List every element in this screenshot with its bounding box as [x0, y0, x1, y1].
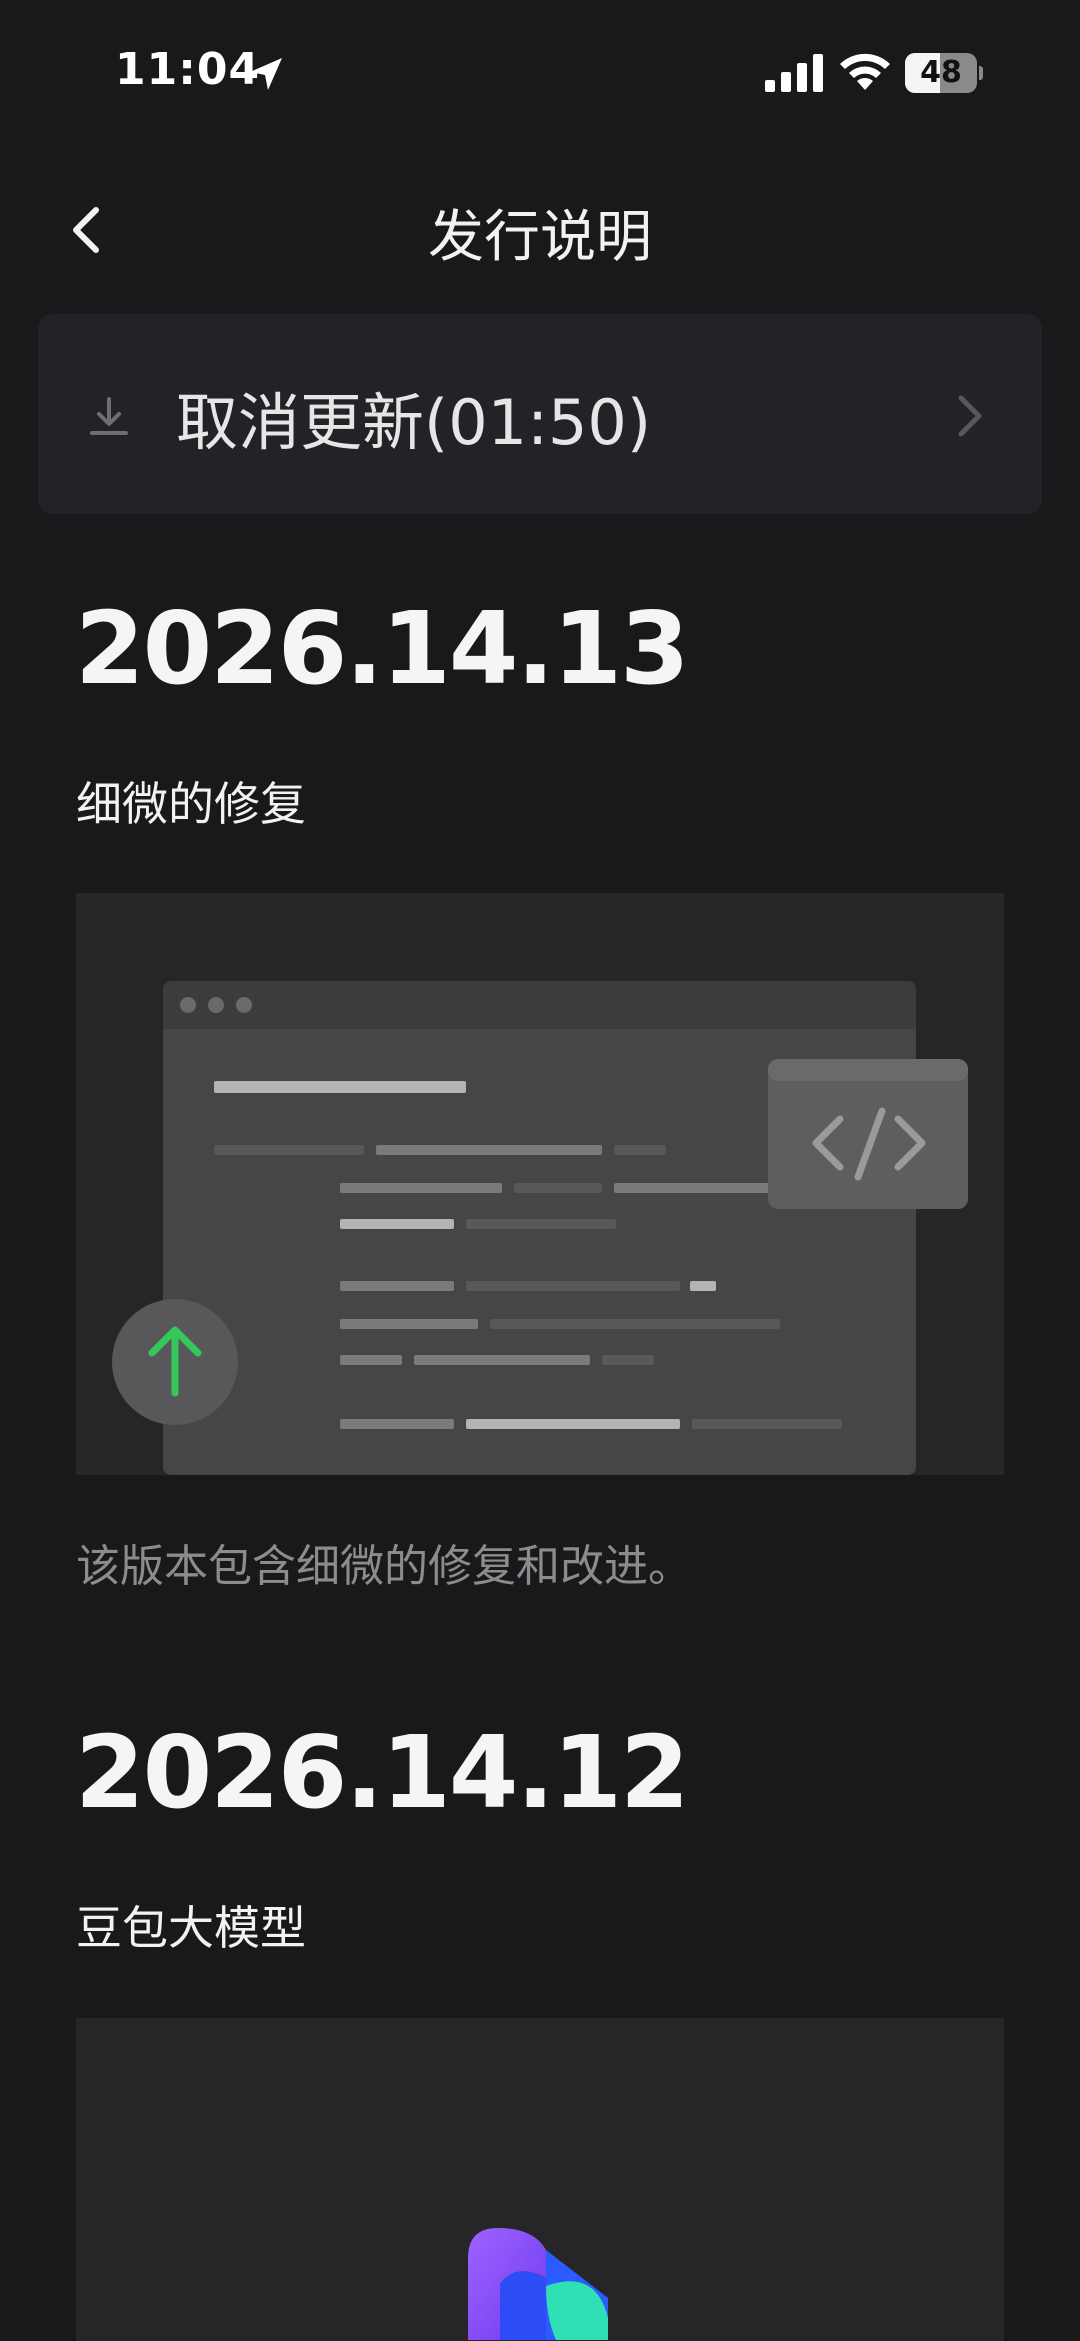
code-editor-update-illustration [76, 893, 1004, 1475]
page-title: 发行说明 [428, 205, 652, 270]
cellular-signal-icon [765, 54, 823, 92]
release-version: 2026.14.12 [75, 1714, 690, 1831]
wifi-icon [840, 53, 890, 90]
release-description: 该版本包含细微的修复和改进。 [76, 1541, 692, 1592]
cancel-update-banner[interactable]: 取消更新(01:50) [38, 314, 1042, 514]
battery-level: 48 [920, 55, 962, 90]
release-notes-screen: 11:04 48 发行说明 取消更新(01:50) 2026.14.13 细微的… [0, 0, 1080, 2341]
status-bar: 11:04 48 [0, 0, 1080, 150]
download-icon [90, 397, 128, 435]
release-subtitle: 豆包大模型 [76, 1901, 306, 1955]
battery-icon: 48 [905, 53, 983, 93]
status-time: 11:04 [115, 44, 261, 95]
location-arrow-icon [250, 58, 282, 90]
release-version: 2026.14.13 [75, 590, 690, 707]
chevron-right-icon [958, 395, 982, 437]
release-subtitle: 细微的修复 [76, 777, 306, 831]
cancel-update-label: 取消更新(01:50) [176, 386, 652, 459]
doubao-logo-illustration [76, 2018, 1004, 2341]
